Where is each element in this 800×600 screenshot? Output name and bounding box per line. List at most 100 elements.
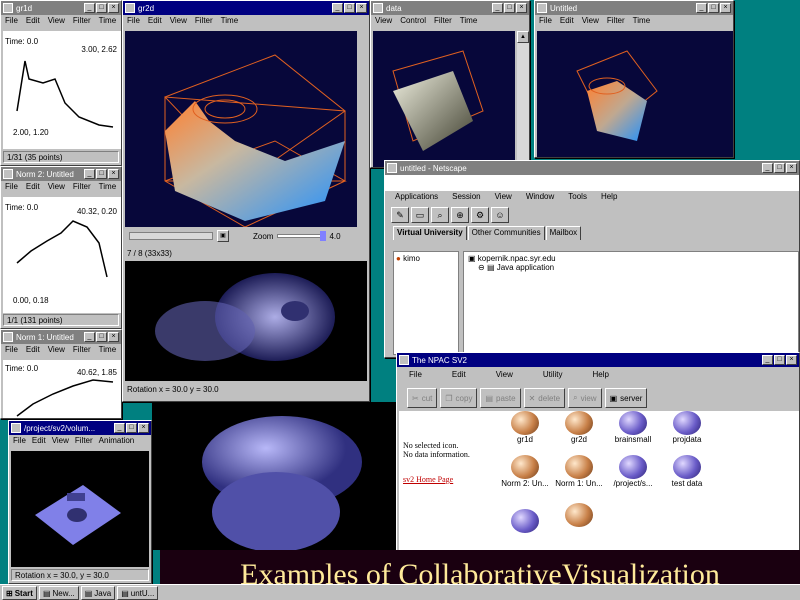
menu-edit[interactable]: Edit — [560, 16, 574, 27]
close-icon[interactable]: × — [356, 3, 367, 13]
maximize-icon[interactable]: □ — [504, 3, 515, 13]
menu-file[interactable]: File — [5, 16, 18, 27]
titlebar-data[interactable]: data _ □ × — [371, 1, 529, 15]
data-icon-extra-1[interactable] — [497, 509, 553, 533]
menu-file[interactable]: File — [127, 16, 140, 27]
menu-view[interactable]: View — [375, 16, 392, 27]
menu-filter[interactable]: Filter — [75, 436, 93, 447]
data-icon-norm1[interactable]: Norm 1: Un... — [551, 455, 607, 488]
delete-button[interactable]: ✕ delete — [523, 388, 566, 408]
menu-time[interactable]: Time — [99, 182, 116, 193]
tree-item-host[interactable]: kopernik.npac.syr.edu — [478, 254, 556, 263]
server-button[interactable]: ▣ server — [604, 388, 648, 408]
cut-button[interactable]: ✂ cut — [407, 388, 438, 408]
maximize-icon[interactable]: □ — [344, 3, 355, 13]
close-icon[interactable]: × — [516, 3, 527, 13]
start-button[interactable]: ⊞ Start — [2, 586, 37, 600]
minimize-icon[interactable]: _ — [84, 332, 95, 342]
data-icon-norm2[interactable]: Norm 2: Un... — [497, 455, 553, 488]
titlebar-gr1d[interactable]: gr1d _ □ × — [1, 1, 121, 15]
menu-edit[interactable]: Edit — [26, 16, 40, 27]
menu-time[interactable]: Time — [633, 16, 650, 27]
host-tree[interactable]: ▣ kopernik.npac.syr.edu ⊖ ▤ Java applica… — [463, 251, 799, 355]
maximize-icon[interactable]: □ — [126, 423, 137, 433]
close-icon[interactable]: × — [786, 163, 797, 173]
close-icon[interactable]: × — [108, 169, 119, 179]
menu-edit[interactable]: Edit — [452, 370, 466, 382]
menu-filter[interactable]: Filter — [434, 16, 452, 27]
titlebar-sv2[interactable]: The NPAC SV2 _ □ × — [397, 353, 799, 367]
menu-help[interactable]: Help — [592, 370, 608, 382]
titlebar-netscape[interactable]: untitled - Netscape _ □ × — [385, 161, 799, 175]
close-icon[interactable]: × — [108, 332, 119, 342]
view-button[interactable]: ⌕ view — [568, 388, 602, 408]
expand-icon[interactable]: ⊖ — [478, 263, 485, 272]
user-list[interactable]: ● kimo — [393, 251, 459, 355]
close-icon[interactable]: × — [138, 423, 149, 433]
slider-thumb[interactable] — [320, 231, 327, 241]
plot-canvas[interactable]: Time: 0.0 3.00, 2.62 2.00, 1.20 — [3, 31, 121, 149]
plot-canvas[interactable]: Time: 0.0 40.62, 1.85 — [3, 360, 121, 418]
menu-view[interactable]: View — [48, 182, 65, 193]
reset-button[interactable]: ▣ — [217, 230, 229, 242]
minimize-icon[interactable]: _ — [332, 3, 343, 13]
scroll-up-icon[interactable]: ▲ — [517, 31, 529, 43]
tab-mailbox[interactable]: Mailbox — [545, 226, 582, 240]
menu-window[interactable]: Window — [526, 192, 554, 203]
minimize-icon[interactable]: _ — [492, 3, 503, 13]
titlebar-norm1[interactable]: Norm 1: Untitled _ □ × — [1, 330, 121, 344]
maximize-icon[interactable]: □ — [708, 3, 719, 13]
minimize-icon[interactable]: _ — [84, 169, 95, 179]
titlebar-untitled[interactable]: Untitled _ □ × — [535, 1, 733, 15]
surface-view[interactable] — [537, 31, 733, 157]
copy-button[interactable]: ❐ copy — [440, 388, 478, 408]
user-item[interactable]: kimo — [403, 254, 420, 263]
maximize-icon[interactable]: □ — [774, 355, 785, 365]
maximize-icon[interactable]: □ — [774, 163, 785, 173]
monitor-icon[interactable]: ▭ — [411, 207, 429, 223]
maximize-icon[interactable]: □ — [96, 3, 107, 13]
minimize-icon[interactable]: _ — [114, 423, 125, 433]
menu-tools[interactable]: Tools — [568, 192, 587, 203]
taskbar-item-untitled[interactable]: ▤ untU... — [117, 586, 159, 600]
maximize-icon[interactable]: □ — [96, 332, 107, 342]
menu-applications[interactable]: Applications — [395, 192, 438, 203]
menu-view[interactable]: View — [582, 16, 599, 27]
menu-filter[interactable]: Filter — [195, 16, 213, 27]
data-icon-gr1d[interactable]: gr1d — [497, 411, 553, 444]
titlebar-gr2d[interactable]: gr2d _ □ × — [123, 1, 369, 15]
people-icon[interactable]: ☺ — [491, 207, 509, 223]
taskbar-item-java[interactable]: ▤ Java — [80, 586, 116, 600]
menu-edit[interactable]: Edit — [32, 436, 46, 447]
menu-filter[interactable]: Filter — [73, 16, 91, 27]
data-icon-projdata[interactable]: projdata — [659, 411, 715, 444]
search-icon[interactable]: ⌕ — [431, 207, 449, 223]
menu-control[interactable]: Control — [400, 16, 426, 27]
menu-filter[interactable]: Filter — [73, 345, 91, 356]
menu-edit[interactable]: Edit — [26, 345, 40, 356]
minimize-icon[interactable]: _ — [762, 355, 773, 365]
data-icon-brainsmall[interactable]: brainsmall — [605, 411, 661, 444]
tree-item-java-app[interactable]: Java application — [497, 263, 554, 272]
paste-button[interactable]: ▤ paste — [480, 388, 521, 408]
plot-canvas[interactable]: Time: 0.0 40.32, 0.20 0.00, 0.18 — [3, 197, 121, 313]
menu-time[interactable]: Time — [460, 16, 477, 27]
tab-other-communities[interactable]: Other Communities — [467, 226, 545, 240]
menu-filter[interactable]: Filter — [73, 182, 91, 193]
menu-filter[interactable]: Filter — [607, 16, 625, 27]
menu-edit[interactable]: Edit — [148, 16, 162, 27]
menu-file[interactable]: File — [409, 370, 422, 382]
close-icon[interactable]: × — [720, 3, 731, 13]
menu-view[interactable]: View — [170, 16, 187, 27]
menu-file[interactable]: File — [5, 345, 18, 356]
menu-time[interactable]: Time — [221, 16, 238, 27]
minimize-icon[interactable]: _ — [762, 163, 773, 173]
menu-time[interactable]: Time — [99, 345, 116, 356]
menu-utility[interactable]: Utility — [543, 370, 563, 382]
surface-view[interactable] — [125, 31, 357, 227]
menu-view[interactable]: View — [48, 16, 65, 27]
taskbar-item-new[interactable]: ▤ New... — [38, 586, 79, 600]
wrench-icon[interactable]: ✎ — [391, 207, 409, 223]
menu-file[interactable]: File — [5, 182, 18, 193]
titlebar-norm2[interactable]: Norm 2: Untitled _ □ × — [1, 167, 121, 181]
